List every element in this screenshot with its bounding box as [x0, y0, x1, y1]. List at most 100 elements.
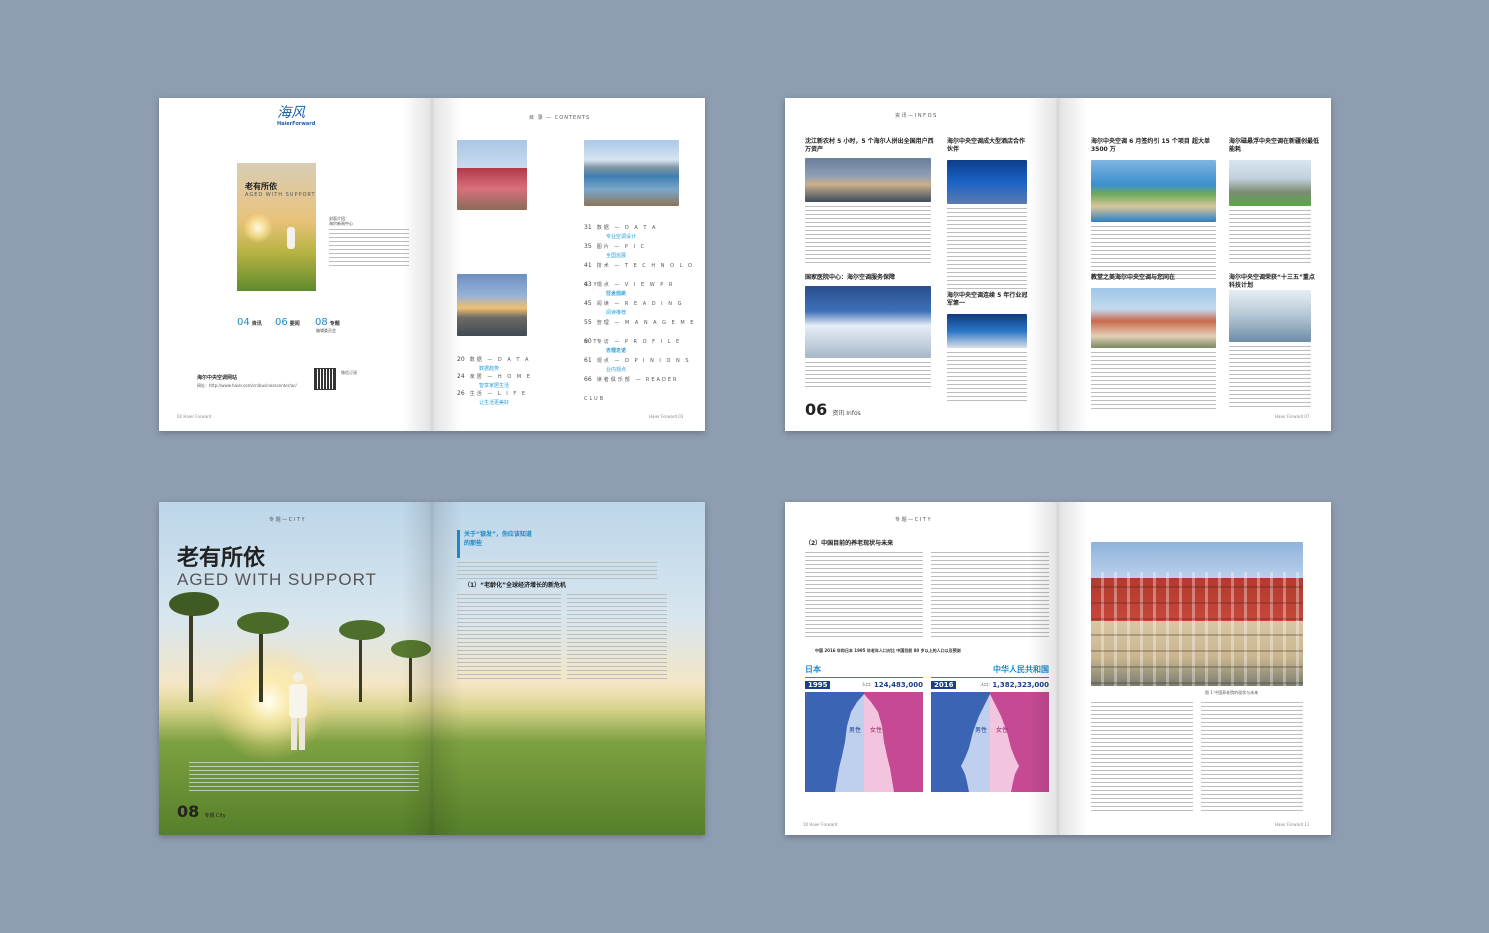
toc-item[interactable]: 41 技术 — T E C H N O L O G Y 技术创新: [584, 252, 699, 297]
article-body: [1229, 210, 1311, 266]
article-title: 教堂之美海尔中央空调与您同在: [1091, 274, 1176, 281]
toc-right: 31 数据 — D A T A 专业空调设计 35 图片 — P I C 全国巡展 …: [584, 214, 699, 402]
feature-tag-title: 关于“银发”，你应该知道的那些: [464, 531, 532, 547]
article-title: 沈江新农村 5 小时，5 个海尔人拼出全国用户西万资产: [805, 138, 934, 153]
pyramid-china-svg: 男性 女性: [931, 692, 1049, 792]
folio-right: Haier Forward 03: [649, 414, 684, 419]
pyramid-china: 中华人民共和国 2016 人口： 1,382,323,000 男性 女性: [931, 664, 1049, 794]
feature-intro-text: [189, 762, 419, 792]
chart-year: 1995: [805, 681, 831, 689]
data-col-4: [1201, 702, 1303, 814]
tab-news[interactable]: 06 要闻: [275, 310, 300, 329]
logo: 海风 HaierForward: [277, 105, 317, 128]
toc-item[interactable]: 66 读者俱乐部 — READER CLUB: [584, 366, 699, 402]
article-body: [1091, 352, 1216, 410]
population-value: 124,483,000: [873, 681, 923, 689]
lake-photo: [584, 140, 679, 206]
feature-title: 老有所依: [177, 546, 266, 571]
page-number: 08 专题 City: [177, 802, 226, 821]
city-photo: [457, 274, 527, 336]
male-label: 男性: [975, 726, 987, 734]
resort-photo: [1091, 160, 1216, 222]
cover-golfer: [287, 227, 295, 249]
folio-right: Haier Forward 07: [1275, 414, 1310, 419]
female-label: 女性: [996, 726, 1008, 734]
toc-item[interactable]: 35 图片 — P I C 全国巡展: [584, 233, 699, 259]
editor-label: 编辑委员会: [316, 328, 336, 333]
population-value: 1,382,323,000: [992, 681, 1049, 689]
feature-lead-text: [457, 562, 657, 580]
toc-item[interactable]: 26 生活 — L I F E 让生活更美好: [457, 380, 567, 406]
article-body: [805, 362, 931, 390]
feature-section-title: （1）“老龄化”全球经济增长的新危机: [464, 582, 567, 589]
church-photo: [1091, 288, 1216, 348]
toc-item[interactable]: 43 观点 — V I E W P R 行业观点: [584, 271, 699, 297]
cover-title: 老有所依: [245, 182, 277, 191]
tab-row: 04 资讯 06 要闻 08 专题: [237, 310, 357, 328]
logo-script: 海风: [277, 105, 305, 121]
toc-item[interactable]: 24 家居 — H O M E 智享家居生活: [457, 363, 567, 389]
article-body: [1229, 346, 1311, 408]
contents-header: 目 录 — CONTENTS: [529, 115, 591, 121]
article-body: [805, 206, 931, 266]
chart-caption: 中国 2016 年和日本 1995 年老年人口对比 中国目前 80 岁以上的人口…: [815, 648, 961, 653]
feature-header: 专 题 — C I T Y: [269, 517, 305, 523]
factory-photo: [1229, 160, 1311, 206]
logo-brand: HaierForward: [277, 121, 316, 127]
photo-caption: 图 1 中国养老院的现状与未来: [1205, 690, 1259, 695]
crowd-photo: [805, 158, 931, 202]
toc-item[interactable]: 61 观点 — O P I N I O N S 业内观点: [584, 347, 699, 373]
nursing-home-photo: [1091, 542, 1303, 686]
lab-photo: [1229, 290, 1311, 342]
feature-tag: [457, 530, 460, 558]
spread-contents: 海风 HaierForward 老有所依 AGED WITH SUPPORT 封…: [159, 98, 705, 431]
male-label: 男性: [849, 726, 861, 734]
infos-header: 资 讯 — I N F O S: [895, 113, 937, 119]
feature-col-2: [567, 594, 667, 682]
feature-col-1: [457, 594, 561, 682]
tab-info[interactable]: 04 资讯: [237, 310, 262, 329]
female-label: 女性: [870, 726, 882, 734]
toc-item[interactable]: 20 数据 — D A T A 数据趋势: [457, 346, 567, 372]
building-photo: [457, 140, 527, 210]
toc-left: 20 数据 — D A T A 数据趋势 24 家居 — H O M E 智享家居生…: [457, 346, 567, 406]
subscribe-label: 微信订阅: [341, 370, 357, 375]
event-photo: [947, 160, 1027, 204]
pyramid-japan: 日本 1995 人口： 124,483,000 男性 女性: [805, 664, 923, 794]
toc-item[interactable]: 60 专访 — P R O F I L E 人物专访: [584, 328, 699, 354]
spread-feature-data: 专 题 — C I T Y （2）中国目前的养老现状与未来 中国 2016 年和…: [785, 502, 1331, 835]
toc-item[interactable]: 55 管理 — M A N A G E M E N T 管理之道: [584, 309, 699, 354]
data-section-title: （2）中国目前的养老现状与未来: [805, 540, 894, 547]
golfer: [287, 672, 309, 752]
spread-feature-golf: 专 题 — C I T Y 老有所依 AGED WITH SUPPORT 08 …: [159, 502, 705, 835]
feature-subtitle: AGED WITH SUPPORT: [177, 570, 377, 589]
article-body: [947, 352, 1027, 402]
data-col-3: [1091, 702, 1193, 814]
article-title: 海尔中央空调成大型酒店合作伙伴: [947, 138, 1026, 153]
folio-left: 02 Haier Forward: [177, 414, 212, 419]
article-title: 海尔中央空调连续 5 年行业冠军第一: [947, 292, 1028, 307]
cover-note-text: [329, 229, 409, 269]
population-label: 人口：: [980, 682, 993, 687]
cover-sun: [243, 213, 273, 243]
tab-feature[interactable]: 08 专题: [315, 310, 340, 329]
folio-right: Haier Forward 11: [1275, 822, 1310, 827]
toc-item[interactable]: 31 数据 — D A T A 专业空调设计: [584, 214, 699, 240]
article-title: 海尔中央空调 6 月签约引 15 个项目 超大单 3500 万: [1091, 138, 1210, 153]
toc-item[interactable]: 45 阅读 — R E A D I N G 阅读推荐: [584, 290, 699, 316]
page-number: 06 资讯 Infos: [805, 400, 861, 419]
country-label: 日本: [805, 665, 821, 674]
pyramid-japan-svg: 男性 女性: [805, 692, 923, 792]
data-col-2: [931, 552, 1049, 640]
cover-subtitle: AGED WITH SUPPORT: [245, 192, 316, 198]
ceremony-photo: [947, 314, 1027, 348]
data-header: 专 题 — C I T Y: [895, 517, 931, 523]
article-title: 海尔磁悬浮中央空调在新疆创最低能耗: [1229, 138, 1320, 153]
expo-photo: [805, 286, 931, 358]
article-title: 海尔中央空调荣获“十三五”重点科技计划: [1229, 274, 1315, 289]
chart-year: 2016: [931, 681, 957, 689]
cover-note: 封面介绍： 海尔新闻中心: [329, 216, 409, 269]
qr-code-icon: [314, 368, 336, 390]
folio-left: 10 Haier Forward: [803, 822, 838, 827]
population-label: 人口：: [861, 682, 874, 687]
